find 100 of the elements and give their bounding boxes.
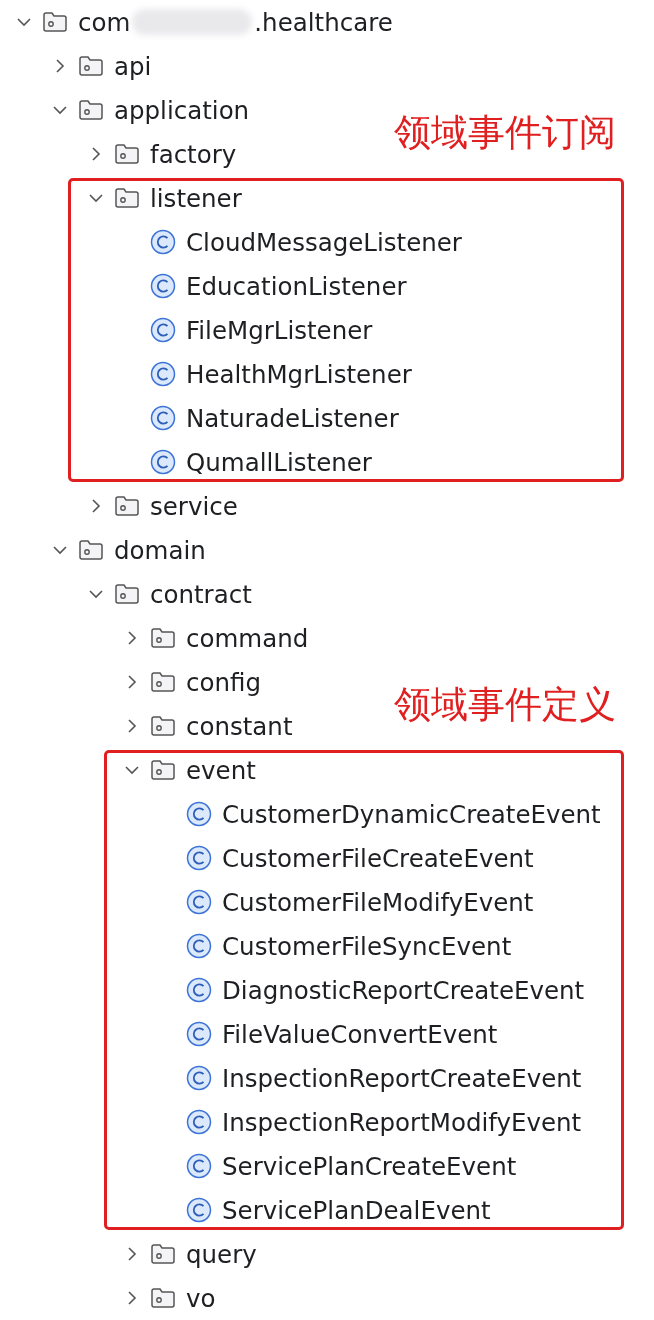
chevron-right-icon[interactable]: [127, 1290, 137, 1306]
item-label: CustomerFileModifyEvent: [222, 887, 534, 917]
chevron-down-icon[interactable]: [88, 193, 104, 203]
class-item[interactable]: CustomerFileCreateEvent: [108, 836, 534, 880]
item-label: CustomerFileSyncEvent: [222, 931, 512, 961]
class-item[interactable]: DiagnosticReportCreateEvent: [108, 968, 585, 1012]
item-label: application: [114, 95, 250, 125]
package-folder-icon: [114, 143, 140, 165]
package-item[interactable]: application: [0, 88, 250, 132]
class-item[interactable]: CustomerFileSyncEvent: [108, 924, 512, 968]
package-item[interactable]: listener: [72, 176, 242, 220]
package-item[interactable]: contract: [0, 572, 252, 616]
class-icon: [150, 405, 176, 431]
chevron-down-icon[interactable]: [124, 765, 140, 775]
package-item[interactable]: query: [0, 1232, 257, 1276]
class-icon: [186, 845, 212, 871]
chevron-down-icon[interactable]: [16, 17, 32, 27]
chevron-right-icon[interactable]: [127, 674, 137, 690]
class-icon: [150, 273, 176, 299]
package-folder-icon: [114, 495, 140, 517]
class-icon: [186, 1109, 212, 1135]
item-label: InspectionReportModifyEvent: [222, 1107, 582, 1137]
item-label: config: [186, 667, 261, 697]
class-item[interactable]: ServicePlanDealEvent: [108, 1188, 491, 1232]
class-icon: [186, 1021, 212, 1047]
item-label: CustomerFileCreateEvent: [222, 843, 534, 873]
class-icon: [186, 1197, 212, 1223]
item-label: api: [114, 51, 152, 81]
item-label: event: [186, 755, 256, 785]
package-item[interactable]: factory: [0, 132, 237, 176]
package-folder-icon: [114, 583, 140, 605]
class-item[interactable]: FileValueConvertEvent: [108, 1012, 498, 1056]
package-folder-icon: [78, 539, 104, 561]
package-folder-icon: [150, 715, 176, 737]
class-icon: [150, 229, 176, 255]
item-label: listener: [150, 183, 242, 213]
class-icon: [150, 449, 176, 475]
chevron-right-icon[interactable]: [91, 498, 101, 514]
item-label: constant: [186, 711, 293, 741]
item-label: com: [78, 7, 131, 37]
package-folder-icon: [150, 1243, 176, 1265]
chevron-right-icon[interactable]: [127, 1246, 137, 1262]
class-icon: [186, 1153, 212, 1179]
item-label: CloudMessageListener: [186, 227, 462, 257]
package-item[interactable]: vo: [0, 1276, 216, 1320]
class-item[interactable]: EducationListener: [72, 264, 407, 308]
item-label: command: [186, 623, 309, 653]
class-item[interactable]: NaturadeListener: [72, 396, 399, 440]
package-folder-icon: [114, 187, 140, 209]
item-label: vo: [186, 1283, 216, 1313]
item-label: NaturadeListener: [186, 403, 399, 433]
item-label: InspectionReportCreateEvent: [222, 1063, 582, 1093]
item-label: domain: [114, 535, 206, 565]
class-icon: [150, 361, 176, 387]
package-item[interactable]: service: [0, 484, 238, 528]
class-icon: [186, 1065, 212, 1091]
class-item[interactable]: CustomerDynamicCreateEvent: [108, 792, 601, 836]
class-item[interactable]: CloudMessageListener: [72, 220, 462, 264]
annotation-note: 领域事件订阅: [394, 110, 616, 156]
chevron-down-icon[interactable]: [52, 105, 68, 115]
class-icon: [186, 889, 212, 915]
class-item[interactable]: InspectionReportModifyEvent: [108, 1100, 582, 1144]
package-folder-icon: [150, 759, 176, 781]
item-label: DiagnosticReportCreateEvent: [222, 975, 585, 1005]
item-label: FileMgrListener: [186, 315, 373, 345]
class-item[interactable]: QumallListener: [72, 440, 372, 484]
item-label: factory: [150, 139, 237, 169]
item-label: EducationListener: [186, 271, 407, 301]
item-label: service: [150, 491, 238, 521]
class-item[interactable]: HealthMgrListener: [72, 352, 412, 396]
chevron-right-icon[interactable]: [127, 718, 137, 734]
package-item[interactable]: constant: [0, 704, 293, 748]
class-item[interactable]: ServicePlanCreateEvent: [108, 1144, 517, 1188]
item-label: ServicePlanCreateEvent: [222, 1151, 517, 1181]
package-folder-icon: [78, 99, 104, 121]
package-folder-icon: [150, 627, 176, 649]
package-folder-icon: [150, 1287, 176, 1309]
item-label: .healthcare: [254, 7, 393, 37]
item-label: contract: [150, 579, 252, 609]
class-item[interactable]: InspectionReportCreateEvent: [108, 1056, 582, 1100]
chevron-right-icon[interactable]: [55, 58, 65, 74]
class-icon: [186, 977, 212, 1003]
package-folder-icon: [78, 55, 104, 77]
package-item[interactable]: com .healthcare: [0, 0, 393, 44]
package-folder-icon: [150, 671, 176, 693]
chevron-right-icon[interactable]: [91, 146, 101, 162]
class-icon: [186, 933, 212, 959]
chevron-down-icon[interactable]: [52, 545, 68, 555]
class-icon: [150, 317, 176, 343]
package-item[interactable]: command: [0, 616, 309, 660]
class-item[interactable]: CustomerFileModifyEvent: [108, 880, 534, 924]
chevron-right-icon[interactable]: [127, 630, 137, 646]
chevron-down-icon[interactable]: [88, 589, 104, 599]
class-item[interactable]: FileMgrListener: [72, 308, 373, 352]
package-item[interactable]: event: [108, 748, 256, 792]
package-item[interactable]: config: [0, 660, 261, 704]
annotation-note: 领域事件定义: [394, 682, 616, 728]
package-item[interactable]: domain: [0, 528, 206, 572]
package-item[interactable]: api: [0, 44, 152, 88]
package-folder-icon: [42, 11, 68, 33]
